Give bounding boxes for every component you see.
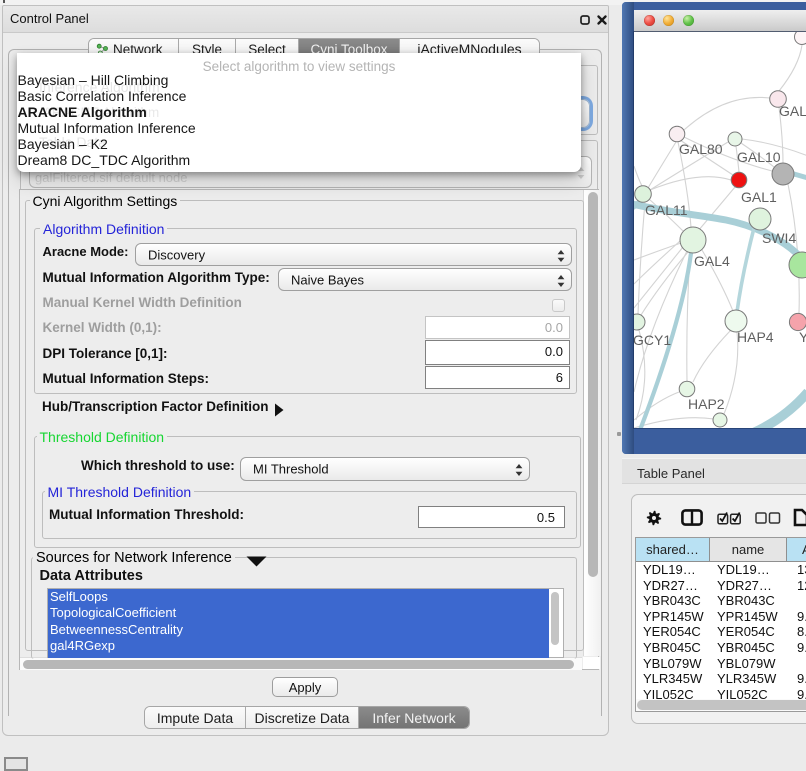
svg-text:GCY1: GCY1 — [634, 332, 671, 348]
svg-text:Y: Y — [799, 329, 806, 345]
svg-text:HAP2: HAP2 — [688, 396, 725, 412]
svg-text:GAL11: GAL11 — [645, 202, 688, 218]
svg-text:GAL10: GAL10 — [737, 149, 781, 165]
svg-text:HAP4: HAP4 — [737, 329, 774, 345]
svg-text:GAL80: GAL80 — [679, 141, 723, 157]
svg-text:SWI4: SWI4 — [762, 230, 796, 246]
svg-text:GAL4: GAL4 — [694, 253, 730, 269]
svg-text:GAL1: GAL1 — [741, 189, 777, 205]
svg-text:GAL2: GAL2 — [779, 103, 806, 119]
